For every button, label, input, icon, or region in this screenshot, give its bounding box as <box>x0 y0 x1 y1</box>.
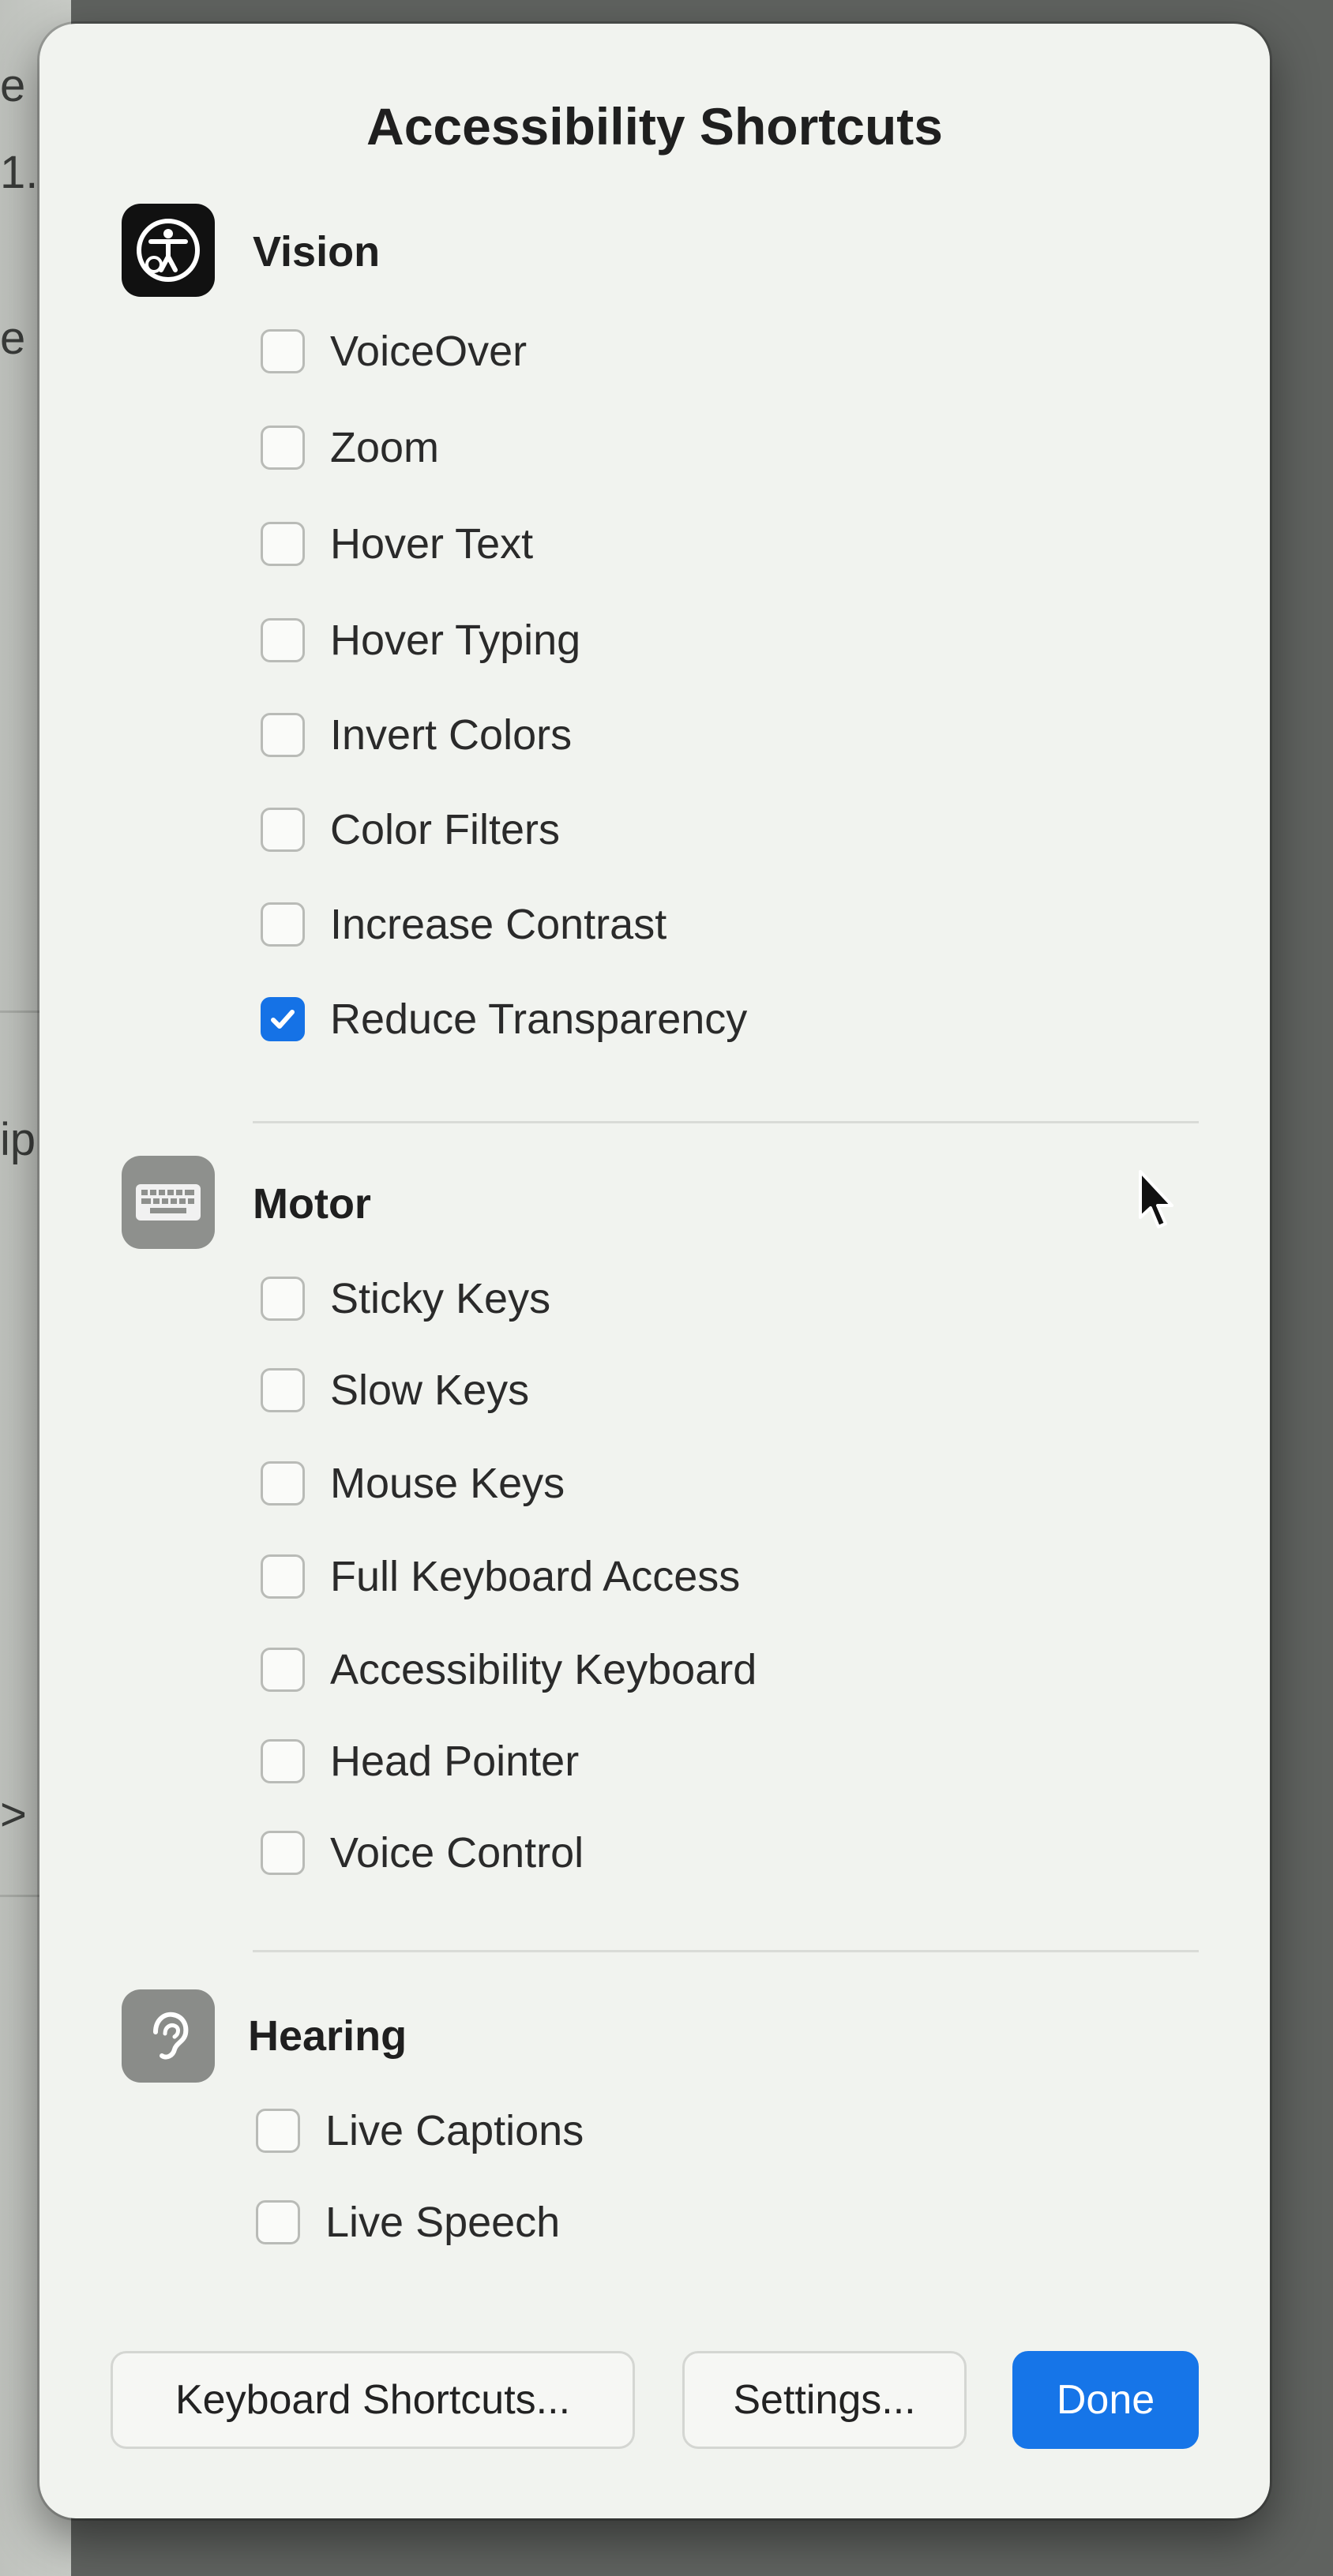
option-slow-keys[interactable]: Slow Keys <box>261 1363 529 1418</box>
option-label: Sticky Keys <box>330 1275 551 1322</box>
dialog-title: Accessibility Shortcuts <box>366 97 943 156</box>
hover-text-checkbox[interactable] <box>261 522 305 566</box>
mouse-pointer-icon <box>1137 1168 1177 1236</box>
background-text-fragment: 1. <box>0 147 39 198</box>
option-increase-contrast[interactable]: Increase Contrast <box>261 897 666 952</box>
voiceover-checkbox[interactable] <box>261 329 305 373</box>
option-live-captions[interactable]: Live Captions <box>256 2103 584 2158</box>
invert-colors-checkbox[interactable] <box>261 713 305 757</box>
option-label: Accessibility Keyboard <box>330 1646 757 1693</box>
section-title-motor: Motor <box>253 1180 371 1228</box>
option-label: Zoom <box>330 424 440 471</box>
ear-icon <box>122 1989 215 2083</box>
option-hover-text[interactable]: Hover Text <box>261 516 533 572</box>
keyboard-icon <box>122 1156 215 1249</box>
color-filters-checkbox[interactable] <box>261 808 305 852</box>
option-mouse-keys[interactable]: Mouse Keys <box>261 1456 565 1511</box>
option-label: Reduce Transparency <box>330 996 748 1043</box>
option-label: Mouse Keys <box>330 1460 565 1507</box>
option-label: Hover Text <box>330 520 534 568</box>
mouse-keys-checkbox[interactable] <box>261 1461 305 1505</box>
option-label: Color Filters <box>330 806 561 853</box>
increase-contrast-checkbox[interactable] <box>261 902 305 947</box>
option-label: Head Pointer <box>330 1738 580 1785</box>
background-text-fragment: e <box>0 60 26 111</box>
sticky-keys-checkbox[interactable] <box>261 1277 305 1321</box>
done-button[interactable]: Done <box>1012 2351 1199 2449</box>
hover-typing-checkbox[interactable] <box>261 618 305 662</box>
option-voiceover[interactable]: VoiceOver <box>261 324 527 379</box>
option-label: Live Captions <box>325 2107 584 2154</box>
keyboard-shortcuts-button[interactable]: Keyboard Shortcuts... <box>111 2351 635 2449</box>
option-hover-typing[interactable]: Hover Typing <box>261 613 580 668</box>
live-speech-checkbox[interactable] <box>256 2200 300 2244</box>
option-sticky-keys[interactable]: Sticky Keys <box>261 1271 550 1326</box>
voice-control-checkbox[interactable] <box>261 1831 305 1875</box>
section-divider <box>253 1950 1199 1952</box>
option-label: Invert Colors <box>330 711 573 759</box>
slow-keys-checkbox[interactable] <box>261 1368 305 1412</box>
head-pointer-checkbox[interactable] <box>261 1739 305 1783</box>
option-label: VoiceOver <box>330 328 528 375</box>
section-divider <box>253 1121 1199 1123</box>
option-head-pointer[interactable]: Head Pointer <box>261 1734 579 1789</box>
reduce-transparency-checkbox[interactable] <box>261 997 305 1041</box>
option-live-speech[interactable]: Live Speech <box>256 2195 560 2250</box>
option-full-keyboard-access[interactable]: Full Keyboard Access <box>261 1549 740 1604</box>
option-color-filters[interactable]: Color Filters <box>261 802 560 857</box>
section-title-hearing: Hearing <box>248 2012 407 2060</box>
option-label: Slow Keys <box>330 1367 530 1414</box>
option-label: Live Speech <box>325 2199 561 2246</box>
accessibility-icon <box>122 204 215 297</box>
background-chevron: > <box>0 1789 27 1840</box>
option-invert-colors[interactable]: Invert Colors <box>261 707 572 763</box>
accessibility-shortcuts-dialog: Accessibility Shortcuts Vision VoiceOver… <box>39 24 1270 2518</box>
option-label: Voice Control <box>330 1829 584 1877</box>
option-accessibility-keyboard[interactable]: Accessibility Keyboard <box>261 1642 757 1697</box>
background-text-fragment: ip <box>0 1114 36 1165</box>
option-label: Increase Contrast <box>330 901 667 948</box>
option-label: Hover Typing <box>330 617 581 664</box>
live-captions-checkbox[interactable] <box>256 2109 300 2153</box>
option-zoom[interactable]: Zoom <box>261 420 439 475</box>
full-keyboard-access-checkbox[interactable] <box>261 1554 305 1599</box>
zoom-checkbox[interactable] <box>261 426 305 470</box>
checkmark-icon <box>271 1010 295 1029</box>
option-voice-control[interactable]: Voice Control <box>261 1825 584 1880</box>
option-reduce-transparency[interactable]: Reduce Transparency <box>261 992 747 1047</box>
section-title-vision: Vision <box>253 228 381 276</box>
background-text-fragment: e <box>0 313 26 364</box>
accessibility-keyboard-checkbox[interactable] <box>261 1648 305 1692</box>
settings-button[interactable]: Settings... <box>682 2351 967 2449</box>
option-label: Full Keyboard Access <box>330 1553 741 1600</box>
